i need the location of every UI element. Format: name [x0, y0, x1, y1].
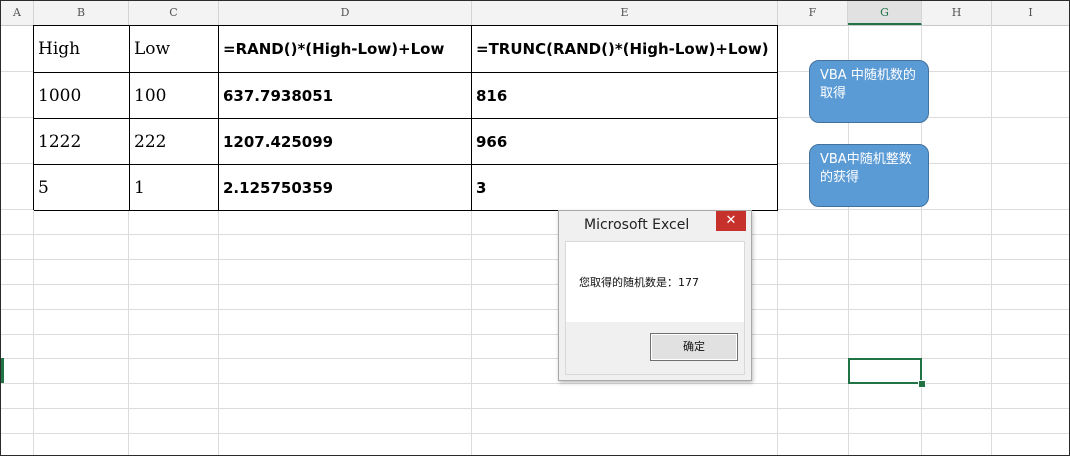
data-table: High Low =RAND()*(High-Low)+Low =TRUNC(R…	[33, 25, 778, 211]
active-cell-g14[interactable]	[848, 358, 922, 384]
table-cell[interactable]: 222	[130, 119, 219, 165]
column-header-g[interactable]: G	[848, 1, 922, 25]
table-cell[interactable]: 2.125750359	[219, 165, 472, 211]
close-icon[interactable]: ✕	[716, 211, 746, 231]
table-cell[interactable]: 3	[472, 165, 778, 211]
column-header-b[interactable]: B	[34, 1, 129, 25]
vba-random-integer-button[interactable]: VBA中随机整数的获得	[809, 144, 929, 207]
table-cell[interactable]: 100	[130, 73, 219, 119]
column-header-a[interactable]: A	[1, 1, 34, 25]
message-dialog: Microsoft Excel ✕ 您取得的随机数是：177 确定	[558, 210, 752, 381]
dialog-title: Microsoft Excel	[584, 217, 690, 233]
column-header-d[interactable]: D	[219, 1, 472, 25]
column-header-f[interactable]: F	[778, 1, 848, 25]
ok-button[interactable]: 确定	[650, 333, 738, 361]
cell-d-header[interactable]: =RAND()*(High-Low)+Low	[219, 26, 472, 73]
column-header-i[interactable]: I	[992, 1, 1069, 25]
spreadsheet-window: A B C D E F G H I High Low =RAND()*(High…	[0, 0, 1070, 456]
column-header-bar: A B C D E F G H I	[1, 1, 1069, 26]
column-header-c[interactable]: C	[129, 1, 219, 25]
column-header-h[interactable]: H	[922, 1, 992, 25]
cell-c-header[interactable]: Low	[130, 26, 219, 73]
table-cell[interactable]: 1	[130, 165, 219, 211]
dialog-message: 您取得的随机数是：177	[579, 276, 699, 289]
table-cell[interactable]: 816	[472, 73, 778, 119]
dialog-body: 您取得的随机数是：177 确定	[565, 241, 745, 375]
fill-handle[interactable]	[918, 380, 926, 388]
row-indicator	[1, 358, 4, 383]
vba-random-number-button[interactable]: VBA 中随机数的取得	[809, 60, 929, 123]
table-cell[interactable]: 5	[34, 165, 130, 211]
table-cell[interactable]: 1000	[34, 73, 130, 119]
table-cell[interactable]: 1207.425099	[219, 119, 472, 165]
dialog-footer: 确定	[566, 322, 744, 374]
table-cell[interactable]: 966	[472, 119, 778, 165]
cell-e-header[interactable]: =TRUNC(RAND()*(High-Low)+Low)	[472, 26, 778, 73]
table-cell[interactable]: 637.7938051	[219, 73, 472, 119]
column-header-e[interactable]: E	[472, 1, 778, 25]
cell-b-header[interactable]: High	[34, 26, 130, 73]
table-cell[interactable]: 1222	[34, 119, 130, 165]
